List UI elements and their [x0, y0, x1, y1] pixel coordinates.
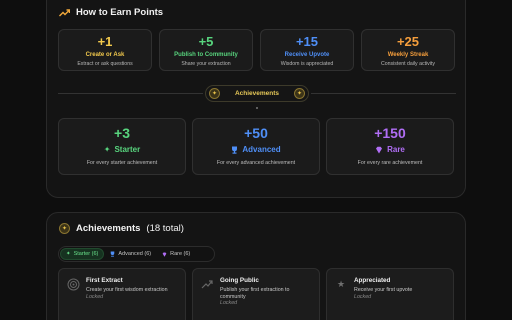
tier-card-rare: +150 Rare For every rare achievement	[326, 118, 454, 175]
tier-desc: For every rare achievement	[357, 160, 423, 166]
achievement-card-first-extract[interactable]: First Extract Create your first wisdom e…	[58, 268, 186, 320]
achievement-status: Locked	[220, 300, 238, 307]
tier-points: +150	[374, 125, 406, 141]
share-icon	[200, 277, 214, 291]
tab-rare[interactable]: Rare (6)	[157, 248, 195, 260]
divider-right	[311, 93, 456, 94]
tier-points: +50	[244, 125, 268, 141]
tab-label: Rare (6)	[170, 251, 191, 257]
achievements-panel: ✦ Achievements (18 total) ✦ Starter (6) …	[46, 212, 466, 320]
achievement-desc: Receive your first upvote	[354, 287, 413, 293]
achievement-desc-block: Receive your first upvote Locked	[354, 287, 449, 300]
tier-name: Advanced	[242, 145, 281, 154]
earn-card-points: +1	[97, 34, 113, 49]
gem-icon	[376, 146, 383, 153]
tier-desc: For every advanced achievement	[216, 160, 296, 166]
achievement-desc-block: Publish your first extraction to communi…	[220, 287, 315, 307]
gem-icon	[162, 252, 167, 257]
earn-card-name: Publish to Community	[174, 52, 238, 58]
achievement-card-going-public[interactable]: Going Public Publish your first extracti…	[192, 268, 320, 320]
sparkle-icon: ✦	[103, 145, 111, 154]
tab-label: Advanced (6)	[118, 251, 152, 257]
achievement-status: Locked	[354, 293, 372, 300]
earn-card-desc: Wisdom is appreciated	[280, 61, 334, 67]
tab-starter[interactable]: ✦ Starter (6)	[60, 248, 105, 260]
earn-points-title: How to Earn Points	[76, 7, 164, 18]
achievements-divider-label: Achievements	[234, 90, 280, 97]
tab-label: Starter (6)	[73, 251, 99, 257]
earn-card-desc: Share your extraction	[181, 61, 231, 67]
achievement-desc: Create your first wisdom extraction	[86, 287, 168, 293]
achievements-header: ✦ Achievements (18 total)	[59, 223, 184, 234]
star-icon: ★	[336, 278, 346, 289]
tier-points: +3	[114, 125, 130, 141]
achievement-status: Locked	[86, 293, 104, 300]
target-icon	[66, 277, 80, 291]
achievement-desc: Publish your first extraction to communi…	[220, 287, 290, 300]
tier-desc: For every starter achievement	[86, 160, 158, 166]
earn-card-points: +15	[295, 34, 319, 49]
medal-icon: ✦	[209, 88, 220, 99]
achievement-name: Going Public	[220, 277, 259, 284]
tier-name-row: ✦ Starter	[59, 145, 185, 154]
achievements-divider-pill: ✦ Achievements ✦	[205, 85, 309, 102]
earn-card-create: +1 Create or Ask Extract or ask question…	[58, 29, 152, 71]
achievements-title: Achievements	[76, 223, 141, 234]
tier-card-starter: +3 ✦ Starter For every starter achieveme…	[58, 118, 186, 175]
earn-card-points: +5	[198, 34, 214, 49]
achievement-card-appreciated[interactable]: ★ Appreciated Receive your first upvote …	[326, 268, 454, 320]
earn-card-publish: +5 Publish to Community Share your extra…	[159, 29, 253, 71]
earn-card-name: Receive Upvote	[284, 52, 330, 58]
earn-card-streak: +25 Weekly Streak Consistent daily activ…	[361, 29, 455, 71]
divider-left	[58, 93, 203, 94]
trophy-icon	[232, 146, 238, 154]
tier-card-advanced: +50 Advanced For every advanced achievem…	[192, 118, 320, 175]
earn-card-upvote: +15 Receive Upvote Wisdom is appreciated	[260, 29, 354, 71]
achievements-total: (18 total)	[146, 223, 184, 234]
medal-icon: ✦	[59, 223, 70, 234]
medal-icon: ✦	[293, 88, 305, 99]
earn-card-points: +25	[396, 34, 420, 49]
tier-name: Rare	[387, 145, 405, 154]
earn-card-name: Create or Ask	[85, 52, 125, 58]
earn-card-desc: Extract or ask questions	[77, 61, 133, 67]
achievement-desc-block: Create your first wisdom extraction Lock…	[86, 287, 181, 300]
achievement-filter-tabs: ✦ Starter (6) Advanced (6) Rare (6)	[58, 246, 215, 262]
sparkle-icon: ✦	[66, 251, 71, 257]
earn-card-desc: Consistent daily activity	[381, 61, 435, 67]
earn-points-panel: How to Earn Points +1 Create or Ask Extr…	[46, 0, 466, 198]
tier-name-row: Rare	[327, 145, 453, 154]
divider-dot	[256, 107, 258, 109]
achievement-name: First Extract	[86, 277, 123, 284]
tab-advanced[interactable]: Advanced (6)	[105, 248, 156, 260]
earn-card-name: Weekly Streak	[387, 52, 429, 58]
achievement-name: Appreciated	[354, 277, 391, 284]
trophy-icon	[111, 251, 115, 257]
earn-points-header: How to Earn Points	[59, 7, 163, 18]
tier-name: Starter	[114, 145, 141, 154]
tier-name-row: Advanced	[193, 145, 319, 154]
trending-up-icon	[59, 8, 70, 16]
